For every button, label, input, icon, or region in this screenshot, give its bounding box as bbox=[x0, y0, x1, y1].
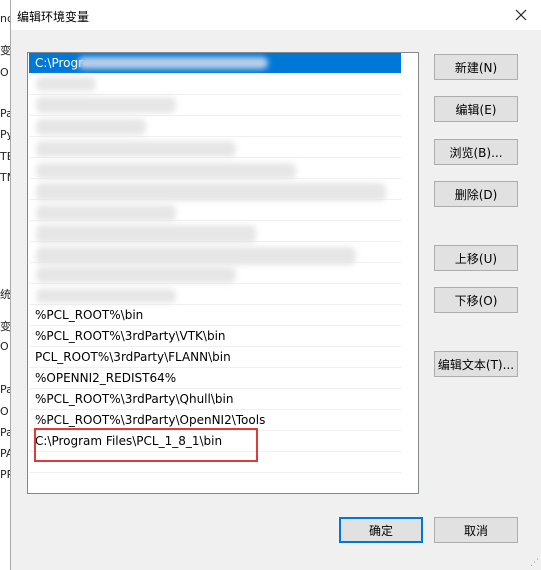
blur-mask bbox=[78, 57, 268, 69]
list-item-text: %PCL_ROOT%\bin bbox=[35, 308, 144, 322]
dialog-title: 编辑环境变量 bbox=[17, 10, 90, 24]
list-item[interactable]: %PCL_ROOT%\3rdParty\VTK\bin bbox=[29, 326, 401, 347]
path-list[interactable]: C:\Progr %PCL_ROOT%\bin %PCL_ROOT%\3rdPa… bbox=[27, 52, 419, 494]
blur-mask bbox=[36, 183, 386, 201]
list-item-text: PCL_ROOT%\3rdParty\FLANN\bin bbox=[35, 350, 231, 364]
background-text: O bbox=[0, 66, 9, 79]
move-down-button[interactable]: 下移(O) bbox=[434, 287, 518, 313]
blur-mask bbox=[36, 77, 96, 91]
blur-mask bbox=[36, 225, 256, 243]
title-bar[interactable]: 编辑环境变量 bbox=[11, 0, 541, 30]
blur-mask bbox=[36, 97, 176, 113]
size-grip-icon[interactable]: ⋰ bbox=[530, 558, 540, 568]
background-text: TE bbox=[0, 150, 10, 163]
edit-text-button[interactable]: 编辑文本(T)... bbox=[434, 351, 518, 377]
background-text: TM bbox=[0, 171, 10, 184]
list-item[interactable]: %PCL_ROOT%\3rdParty\OpenNI2\Tools bbox=[29, 410, 401, 431]
background-text: Pa bbox=[0, 383, 10, 396]
close-icon-glyph bbox=[515, 9, 527, 21]
ok-button[interactable]: 确定 bbox=[339, 517, 423, 543]
list-item[interactable]: %PCL_ROOT%\3rdParty\Qhull\bin bbox=[29, 389, 401, 410]
blur-mask bbox=[36, 289, 176, 303]
list-item[interactable]: PCL_ROOT%\3rdParty\FLANN\bin bbox=[29, 347, 401, 368]
edit-env-var-dialog: 编辑环境变量 C:\Progr %PCL_ROOT%\bin %PCL_ROOT… bbox=[10, 0, 541, 570]
blur-mask bbox=[36, 163, 296, 179]
background-text: 变 bbox=[0, 44, 10, 57]
delete-button[interactable]: 删除(D) bbox=[434, 181, 518, 207]
background-text: PR bbox=[0, 468, 10, 481]
background-text: O bbox=[0, 405, 9, 418]
list-item-text: C:\Program Files\PCL_1_8_1\bin bbox=[35, 434, 223, 448]
list-item[interactable]: %OPENNI2_REDIST64% bbox=[29, 368, 401, 389]
list-item-text: %OPENNI2_REDIST64% bbox=[35, 371, 177, 385]
background-text: O bbox=[0, 340, 9, 353]
background-text: Pa bbox=[0, 426, 10, 439]
blur-mask bbox=[36, 205, 176, 221]
browse-button[interactable]: 浏览(B)... bbox=[434, 139, 518, 165]
list-item[interactable]: C:\Program Files\PCL_1_8_1\bin bbox=[29, 431, 401, 452]
dialog-client-area: C:\Progr %PCL_ROOT%\bin %PCL_ROOT%\3rdPa… bbox=[11, 30, 541, 570]
list-item-text: C:\Progr bbox=[35, 56, 84, 70]
blur-mask bbox=[36, 267, 236, 283]
background-text: PA bbox=[0, 447, 10, 460]
new-button[interactable]: 新建(N) bbox=[434, 54, 518, 80]
blur-mask bbox=[36, 141, 236, 157]
list-item-text: %PCL_ROOT%\3rdParty\VTK\bin bbox=[35, 329, 226, 343]
blur-mask bbox=[36, 247, 356, 265]
list-item-empty[interactable] bbox=[29, 452, 401, 473]
background-text: 统 bbox=[0, 288, 10, 301]
background-text: Pa bbox=[0, 107, 10, 120]
background-text: nc bbox=[0, 12, 10, 25]
list-item-text: %PCL_ROOT%\3rdParty\OpenNI2\Tools bbox=[35, 413, 266, 427]
list-item-empty[interactable] bbox=[29, 473, 401, 493]
move-up-button[interactable]: 上移(U) bbox=[434, 245, 518, 271]
cancel-button[interactable]: 取消 bbox=[434, 517, 518, 543]
background-text: 变 bbox=[0, 320, 10, 333]
list-item-text: %PCL_ROOT%\3rdParty\Qhull\bin bbox=[35, 392, 234, 406]
list-item[interactable]: %PCL_ROOT%\bin bbox=[29, 305, 401, 326]
edit-button[interactable]: 编辑(E) bbox=[434, 96, 518, 122]
blur-mask bbox=[36, 119, 146, 135]
close-icon[interactable] bbox=[510, 4, 532, 26]
background-text: Py bbox=[0, 128, 10, 141]
